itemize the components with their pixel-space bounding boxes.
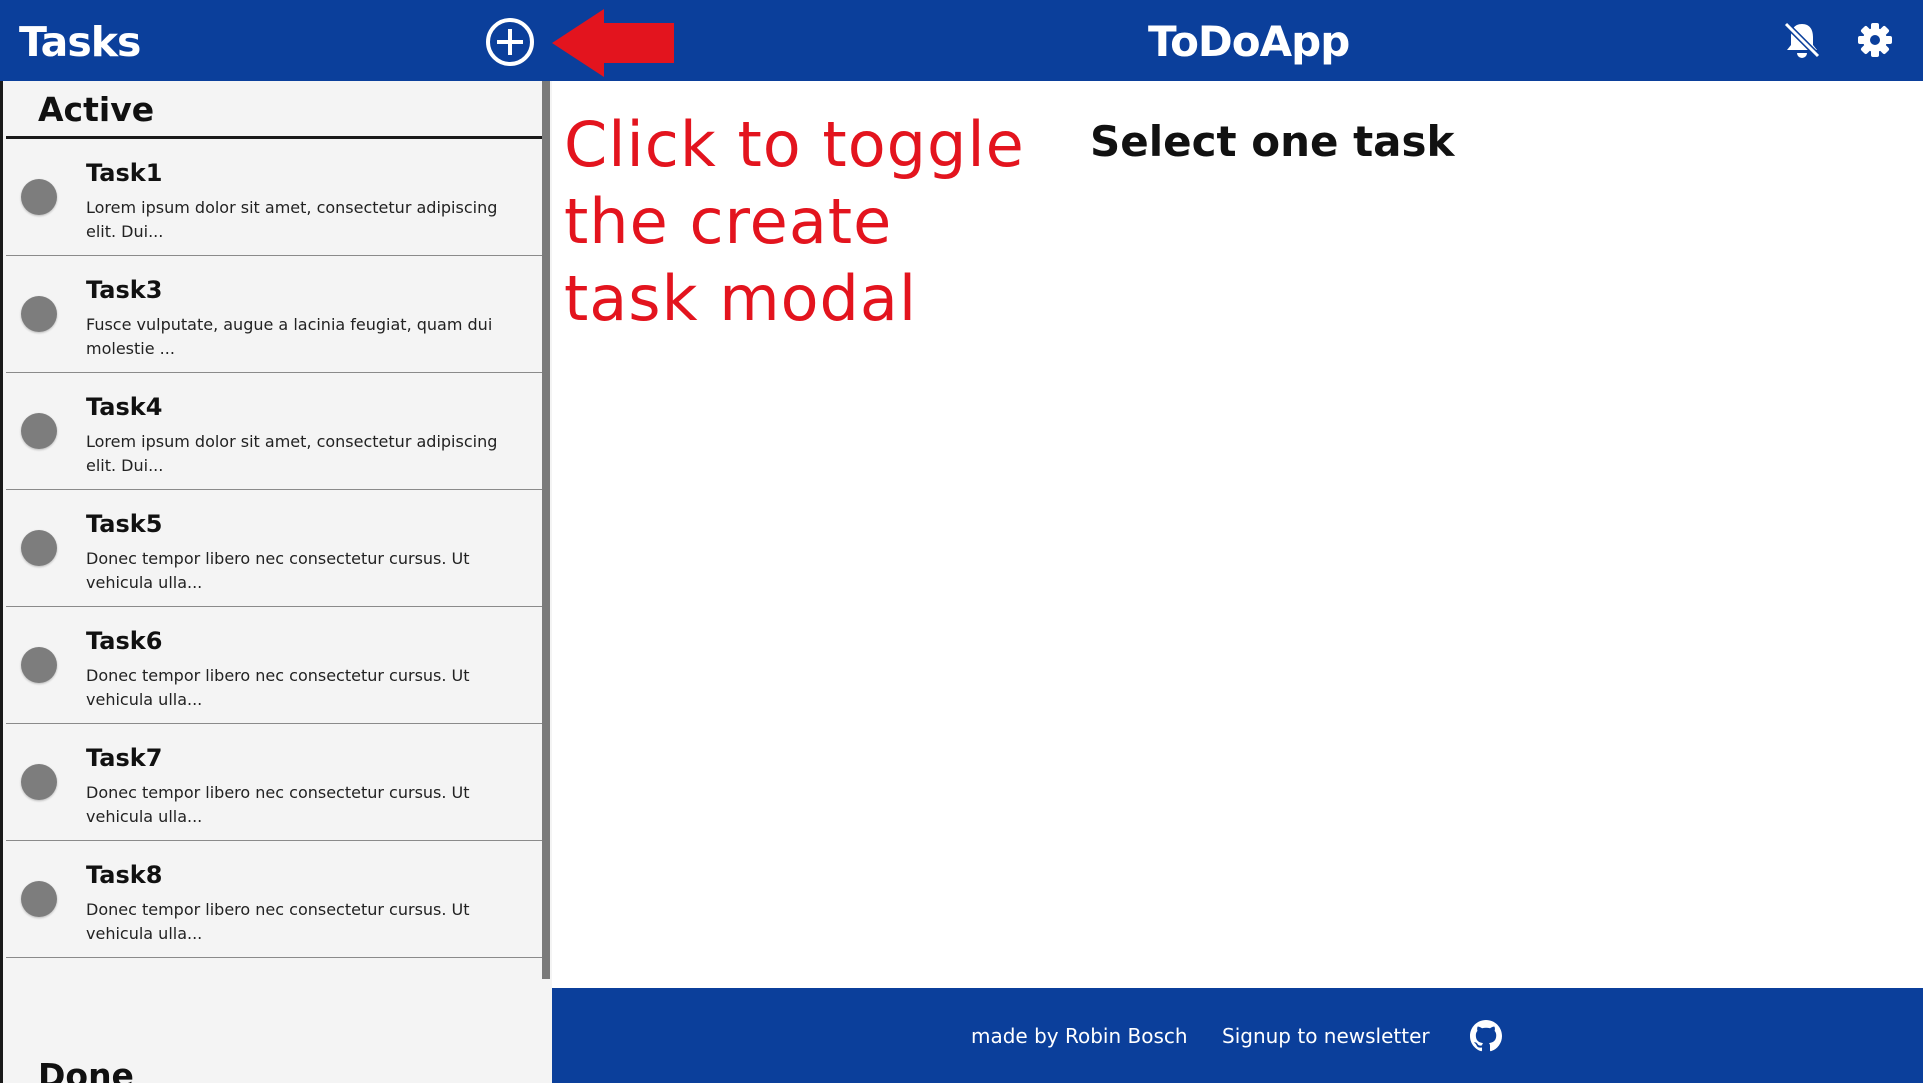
arrow-left-icon: [552, 9, 674, 77]
task-status-toggle[interactable]: [21, 530, 57, 566]
task-description: Donec tempor libero nec consectetur curs…: [86, 666, 470, 709]
task-sidebar: Active Task1 Lorem ipsum dolor sit amet,…: [0, 81, 552, 1083]
task-description: Donec tempor libero nec consectetur curs…: [86, 900, 470, 943]
task-item-task8[interactable]: Task8 Donec tempor libero nec consectetu…: [6, 841, 546, 958]
task-status-toggle[interactable]: [21, 296, 57, 332]
footer-credit: made by Robin Bosch: [971, 1024, 1188, 1048]
task-item-task5[interactable]: Task5 Donec tempor libero nec consectetu…: [6, 490, 546, 607]
task-status-toggle[interactable]: [21, 881, 57, 917]
empty-state-message: Select one task: [1090, 117, 1455, 166]
active-section-header: Active: [6, 81, 546, 139]
sidebar-title: Tasks: [19, 18, 141, 66]
plus-circle-icon: [486, 18, 534, 66]
task-item-task4[interactable]: Task4 Lorem ipsum dolor sit amet, consec…: [6, 373, 546, 490]
task-title: Task1: [86, 159, 163, 187]
task-description: Lorem ipsum dolor sit amet, consectetur …: [86, 432, 498, 475]
app-title: ToDoApp: [1148, 17, 1350, 66]
active-section-label: Active: [38, 90, 155, 129]
top-bar: Tasks ToDoApp: [0, 0, 1923, 81]
task-status-toggle[interactable]: [21, 179, 57, 215]
task-title: Task5: [86, 510, 163, 538]
task-title: Task8: [86, 861, 163, 889]
task-item-task1[interactable]: Task1 Lorem ipsum dolor sit amet, consec…: [6, 139, 546, 256]
gear-icon: [1858, 23, 1892, 57]
task-title: Task4: [86, 393, 163, 421]
done-section-header: Done: [6, 1047, 546, 1083]
task-status-toggle[interactable]: [21, 764, 57, 800]
task-description: Donec tempor libero nec consectetur curs…: [86, 783, 470, 826]
task-item-task6[interactable]: Task6 Donec tempor libero nec consectetu…: [6, 607, 546, 724]
task-status-toggle[interactable]: [21, 647, 57, 683]
tutorial-annotation: Click to toggle the create task modal: [564, 108, 1025, 335]
task-status-toggle[interactable]: [21, 413, 57, 449]
github-link[interactable]: [1470, 1020, 1502, 1052]
task-description: Donec tempor libero nec consectetur curs…: [86, 549, 470, 592]
settings-button[interactable]: [1853, 18, 1897, 62]
bell-off-icon: [1783, 21, 1821, 59]
task-item-task3[interactable]: Task3 Fusce vulputate, augue a lacinia f…: [6, 256, 546, 373]
task-title: Task7: [86, 744, 163, 772]
done-section-label: Done: [38, 1056, 134, 1083]
task-description: Fusce vulputate, augue a lacinia feugiat…: [86, 315, 493, 358]
notifications-toggle-button[interactable]: [1780, 18, 1824, 62]
github-icon: [1470, 1020, 1502, 1052]
task-description: Lorem ipsum dolor sit amet, consectetur …: [86, 198, 498, 241]
footer: made by Robin Bosch Signup to newsletter: [552, 988, 1923, 1083]
task-title: Task3: [86, 276, 163, 304]
task-title: Task6: [86, 627, 163, 655]
add-task-button[interactable]: [485, 17, 535, 67]
sidebar-scrollbar-thumb[interactable]: [542, 81, 550, 979]
task-item-task7[interactable]: Task7 Donec tempor libero nec consectetu…: [6, 724, 546, 841]
newsletter-signup-link[interactable]: Signup to newsletter: [1222, 1024, 1430, 1048]
